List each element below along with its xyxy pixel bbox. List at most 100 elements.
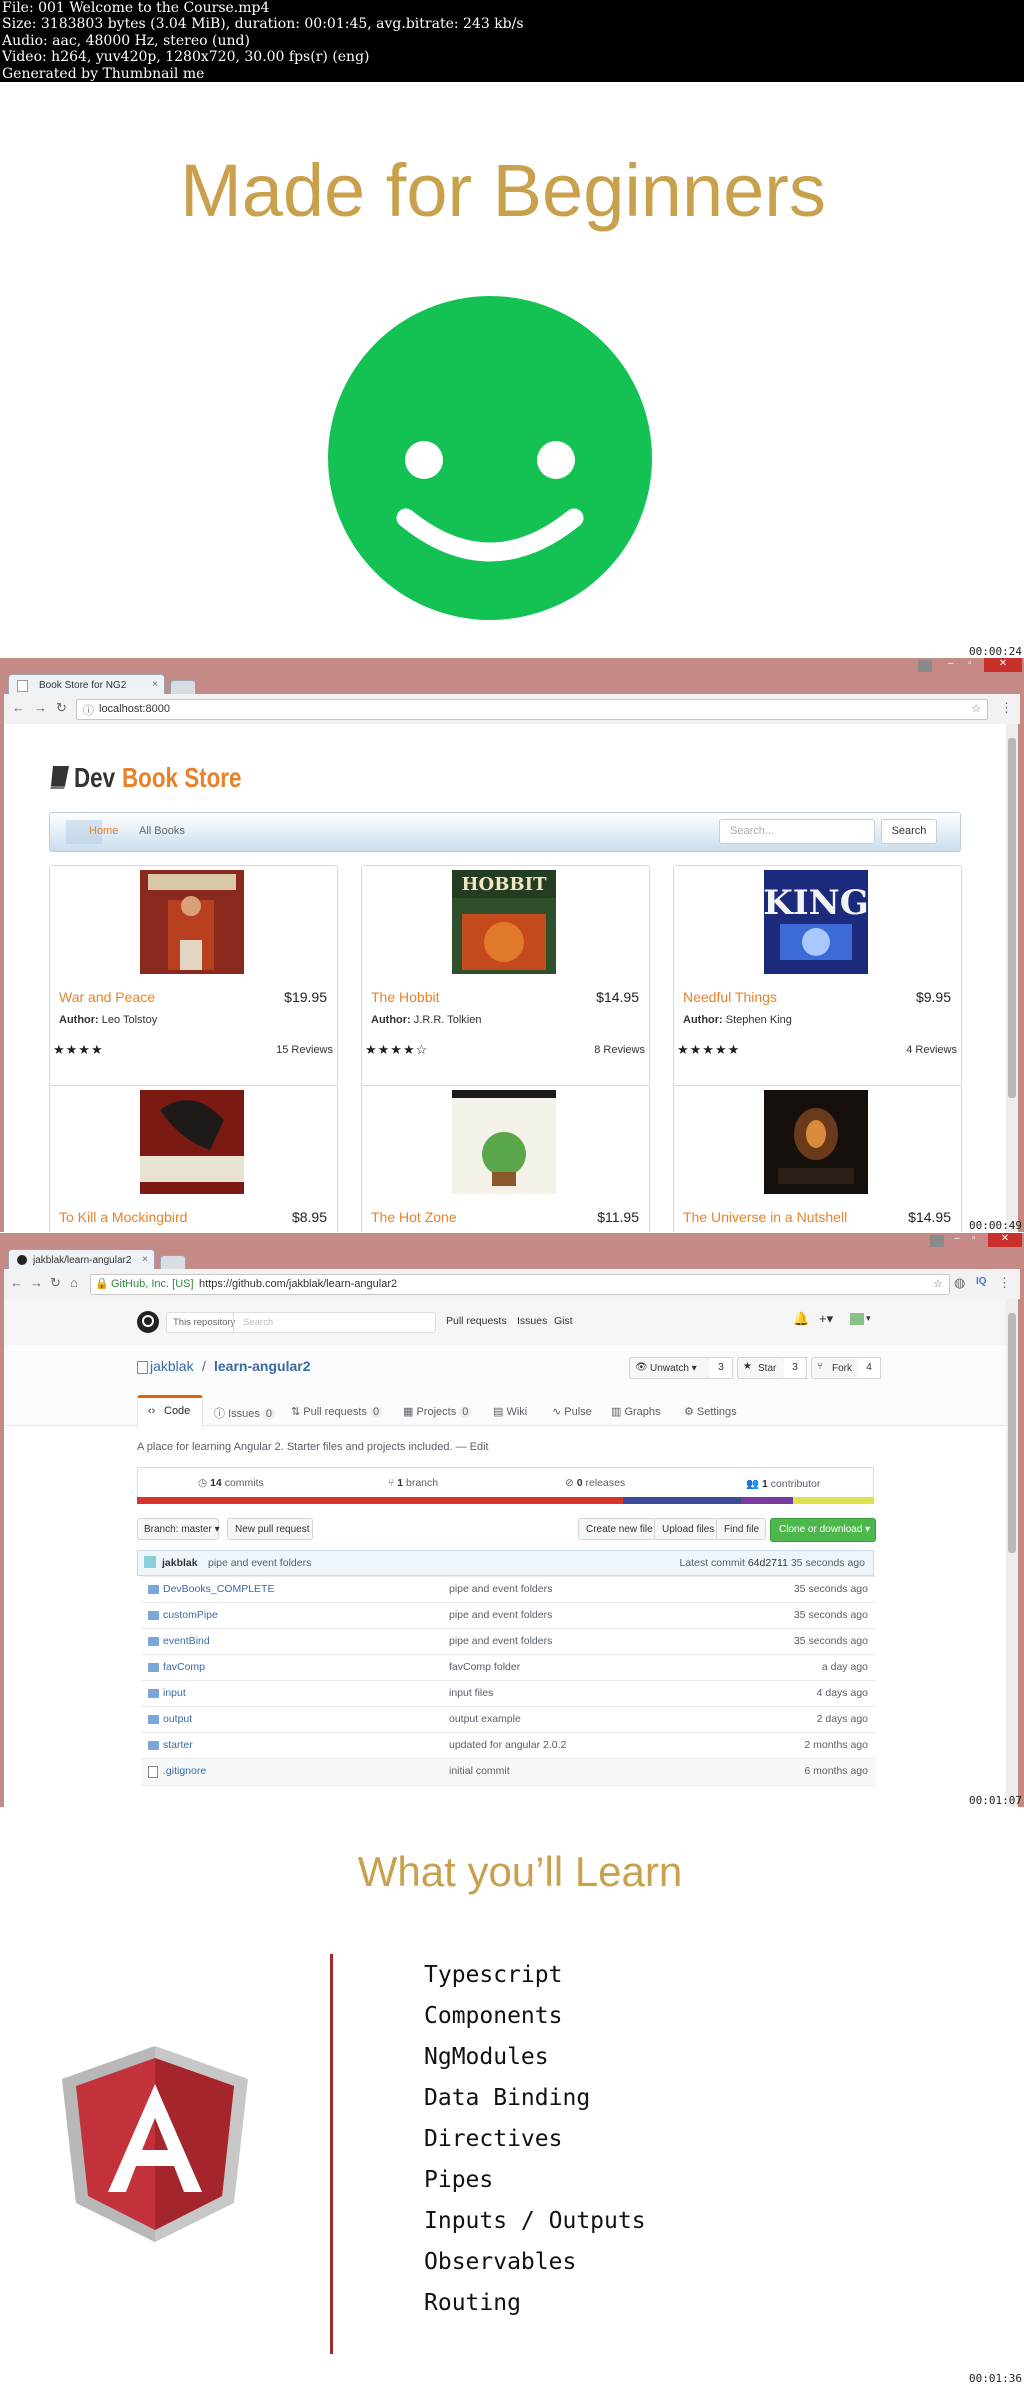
new-tab-button[interactable] xyxy=(160,1255,186,1270)
user-icon[interactable] xyxy=(930,1235,944,1247)
scrollbar-thumb[interactable] xyxy=(1008,1313,1016,1553)
maximize-icon[interactable]: ▫ xyxy=(972,1233,976,1244)
header-link-pull-requests[interactable]: Pull requests xyxy=(446,1315,507,1327)
avatar-dropdown-icon[interactable]: ▾ xyxy=(866,1313,871,1324)
table-row[interactable]: favComp favComp folder a day ago xyxy=(141,1654,876,1681)
book-title[interactable]: The Hobbit xyxy=(371,989,439,1005)
iq-extension-icon[interactable]: IQ xyxy=(976,1276,987,1287)
close-icon[interactable]: ✕ xyxy=(984,658,1022,672)
bookmark-star-icon[interactable]: ☆ xyxy=(971,702,981,715)
review-count[interactable]: 15 Reviews xyxy=(276,1044,333,1056)
forward-icon[interactable]: → xyxy=(34,700,47,715)
tab-projects[interactable]: ▦ Projects 0 xyxy=(403,1405,472,1418)
book-title[interactable]: War and Peace xyxy=(59,989,155,1005)
header-link-issues[interactable]: Issues xyxy=(517,1315,547,1327)
book-title[interactable]: Needful Things xyxy=(683,989,777,1005)
new-tab-button[interactable] xyxy=(170,680,196,695)
tab-settings[interactable]: ⚙ Settings xyxy=(684,1405,737,1418)
releases-link[interactable]: ⊘ 0 releases xyxy=(565,1477,625,1489)
create-new-plus-icon[interactable]: +▾ xyxy=(819,1311,833,1327)
maximize-icon[interactable]: ▫ xyxy=(968,658,972,669)
tab-graphs[interactable]: ▥ Graphs xyxy=(611,1405,661,1418)
tab-close-icon[interactable]: × xyxy=(152,679,158,690)
address-bar[interactable]: ⓘ localhost:8000 ☆ xyxy=(76,699,988,720)
tab-bookstore[interactable]: Book Store for NG2 × xyxy=(8,674,165,695)
back-icon[interactable]: ← xyxy=(12,700,25,715)
store-search-button[interactable]: Search xyxy=(881,819,937,844)
store-search-input[interactable]: Search... xyxy=(719,819,875,844)
branch-select[interactable]: Branch: master ▾ xyxy=(137,1518,220,1540)
table-row[interactable]: customPipe pipe and event folders 35 secon… xyxy=(141,1602,876,1629)
extension-icon[interactable]: ◍ xyxy=(954,1275,965,1291)
review-count[interactable]: 4 Reviews xyxy=(906,1044,957,1056)
avatar[interactable] xyxy=(850,1313,864,1325)
commits-link[interactable]: ◷ 14 commits xyxy=(198,1477,264,1489)
contributors-link[interactable]: 👥 1 contributor xyxy=(746,1477,820,1490)
tab-pulse[interactable]: ∿ Pulse xyxy=(552,1405,592,1418)
header-link-gist[interactable]: Gist xyxy=(554,1315,573,1327)
new-pull-request-button[interactable]: New pull request xyxy=(227,1518,313,1540)
unwatch-button[interactable]: 👁 Unwatch ▾ xyxy=(629,1357,711,1379)
stars-count[interactable]: 3 xyxy=(784,1357,807,1379)
tab-github[interactable]: jakblak/learn-angular2 × xyxy=(8,1249,155,1270)
nav-all-books-link[interactable]: All Books xyxy=(139,825,185,837)
home-icon[interactable]: ⌂ xyxy=(70,1275,78,1290)
branch-link[interactable]: ⑂ 1 branch xyxy=(388,1477,438,1489)
table-row[interactable]: .gitignore initial commit 6 months ago xyxy=(141,1758,876,1786)
tab-wiki[interactable]: ▤ Wiki xyxy=(493,1405,527,1418)
scrollbar-thumb[interactable] xyxy=(1008,738,1016,1098)
github-logo-icon[interactable] xyxy=(137,1311,159,1333)
bookmark-star-icon[interactable]: ☆ xyxy=(933,1277,943,1290)
book-title[interactable]: The Hot Zone xyxy=(371,1209,457,1225)
book-title[interactable]: The Universe in a Nutshell xyxy=(683,1209,847,1225)
book-card[interactable]: The Universe in a Nutshell $14.95 xyxy=(673,1085,962,1232)
create-new-file-button[interactable]: Create new file xyxy=(578,1518,656,1540)
book-card[interactable]: To Kill a Mockingbird $8.95 xyxy=(49,1085,338,1232)
language-bar[interactable] xyxy=(137,1497,874,1504)
find-file-button[interactable]: Find file xyxy=(716,1518,766,1540)
repo-name-link[interactable]: learn-angular2 xyxy=(214,1358,310,1374)
fork-button[interactable]: ⑂ Fork xyxy=(811,1357,859,1379)
book-card[interactable]: KING Needful Things $9.95 Author: Stephe… xyxy=(673,865,962,1087)
menu-icon[interactable]: ⋮ xyxy=(998,1275,1011,1291)
watchers-count[interactable]: 3 xyxy=(710,1357,733,1379)
menu-icon[interactable]: ⋮ xyxy=(1000,700,1013,716)
reload-icon[interactable]: ↻ xyxy=(56,700,67,716)
table-row[interactable]: eventBind pipe and event folders 35 second… xyxy=(141,1628,876,1655)
reload-icon[interactable]: ↻ xyxy=(50,1275,61,1291)
star-button[interactable]: ★ Star xyxy=(737,1357,785,1379)
forks-count[interactable]: 4 xyxy=(858,1357,881,1379)
tab-code[interactable]: ‹› Code xyxy=(137,1395,203,1428)
scrollbar[interactable] xyxy=(1006,724,1018,1232)
minimize-icon[interactable]: – xyxy=(954,1233,960,1244)
nav-home-link[interactable]: Home xyxy=(89,825,118,837)
book-title[interactable]: To Kill a Mockingbird xyxy=(59,1209,187,1225)
book-card[interactable]: War and Peace $19.95 Author: Leo Tolstoy… xyxy=(49,865,338,1087)
book-card[interactable]: HOBBIT The Hobbit $14.95 Author: J.R.R. … xyxy=(361,865,650,1087)
review-count[interactable]: 8 Reviews xyxy=(594,1044,645,1056)
minimize-icon[interactable]: – xyxy=(948,658,954,669)
lock-icon: 🔒 xyxy=(95,1278,109,1290)
table-row[interactable]: starter updated for angular 2.0.2 2 months… xyxy=(141,1732,876,1759)
commit-sha-link[interactable]: 64d2711 xyxy=(748,1557,788,1569)
notifications-bell-icon[interactable]: 🔔 xyxy=(793,1311,809,1327)
forward-icon[interactable]: → xyxy=(30,1275,43,1290)
back-icon[interactable]: ← xyxy=(10,1275,23,1290)
table-row[interactable]: DevBooks_COMPLETE pipe and event folders 3… xyxy=(141,1576,876,1603)
tab-close-icon[interactable]: × xyxy=(142,1254,148,1265)
tab-issues[interactable]: ⓘ Issues 0 xyxy=(214,1405,276,1421)
repo-owner-link[interactable]: jakblak xyxy=(150,1358,194,1374)
clone-or-download-button[interactable]: Clone or download ▾ xyxy=(770,1518,876,1542)
tab-pull-requests[interactable]: ⇅ Pull requests 0 xyxy=(291,1405,383,1418)
table-row[interactable]: input input files 4 days ago xyxy=(141,1680,876,1707)
user-icon[interactable] xyxy=(918,660,932,672)
commit-message-link[interactable]: pipe and event folders xyxy=(208,1557,311,1569)
commit-author-link[interactable]: jakblak xyxy=(162,1557,198,1569)
address-bar[interactable]: 🔒 GitHub, Inc. [US] https://github.com/j… xyxy=(90,1274,950,1295)
scrollbar[interactable] xyxy=(1006,1299,1018,1807)
close-icon[interactable]: ✕ xyxy=(988,1233,1022,1247)
repo-search-input[interactable]: This repository Search xyxy=(166,1312,436,1333)
book-card[interactable]: The Hot Zone $11.95 xyxy=(361,1085,650,1232)
table-row[interactable]: output output example 2 days ago xyxy=(141,1706,876,1733)
upload-files-button[interactable]: Upload files xyxy=(654,1518,718,1540)
